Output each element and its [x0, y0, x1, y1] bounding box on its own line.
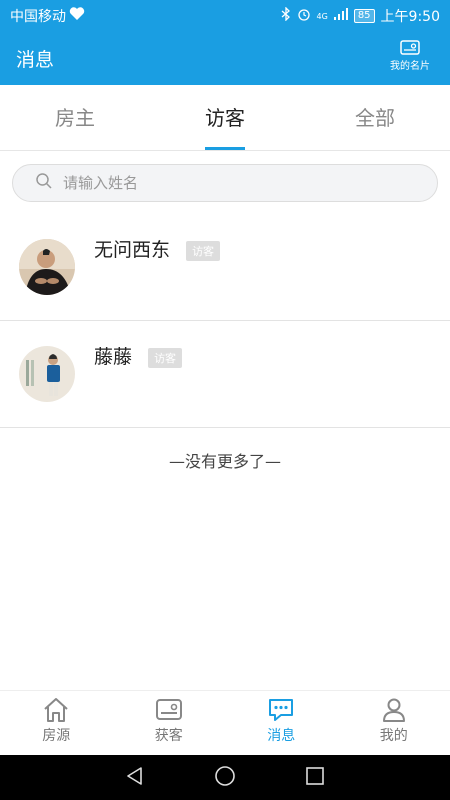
visitor-badge: 访客	[148, 347, 183, 368]
clock: 上午9:50	[380, 9, 440, 25]
nav-item-me[interactable]: 我的	[338, 691, 450, 755]
nav-label: 消息	[267, 728, 296, 744]
chat-icon	[225, 697, 338, 723]
carrier-group: 中国移动	[10, 6, 85, 26]
contact-name: 无问西东	[94, 239, 171, 261]
tab-bar: 房主 访客 全部	[0, 85, 450, 151]
search-box	[12, 164, 438, 202]
visitor-badge: 访客	[186, 240, 221, 261]
app-header: 消息 我的名片	[0, 32, 450, 85]
nav-label: 获客	[154, 728, 183, 744]
contact-name: 藤藤	[94, 346, 133, 368]
bluetooth-icon	[281, 6, 291, 25]
home-icon	[0, 697, 113, 723]
alarm-icon	[297, 7, 311, 25]
card-icon	[386, 40, 434, 55]
avatar	[19, 239, 75, 295]
no-more-text: —没有更多了—	[168, 452, 281, 471]
nav-item-leads[interactable]: 获客	[113, 691, 226, 755]
contact-name-row: 藤藤 访客	[94, 342, 183, 369]
status-bar: 中国移动 4G 85 上午9:50	[0, 0, 450, 32]
heart-icon	[69, 7, 85, 25]
tab-owner[interactable]: 房主	[0, 85, 150, 150]
status-right: 4G 85 上午9:50	[281, 6, 440, 26]
search-input[interactable]	[63, 174, 383, 192]
nav-item-listings[interactable]: 房源	[0, 691, 113, 755]
bottom-nav: 房源 获客 消息 我的	[0, 690, 450, 755]
nav-item-messages[interactable]: 消息	[225, 691, 338, 755]
my-card-label: 我的名片	[390, 61, 430, 72]
tab-visitor[interactable]: 访客	[150, 85, 300, 150]
carrier-name: 中国移动	[10, 9, 66, 25]
contact-name-row: 无问西东 访客	[94, 235, 221, 262]
network-type: 4G	[316, 11, 328, 21]
home-circle-icon[interactable]	[214, 765, 236, 791]
page-title: 消息	[16, 49, 55, 71]
card-icon	[113, 697, 226, 723]
person-icon	[338, 697, 450, 723]
nav-label: 房源	[42, 728, 71, 744]
my-card-button[interactable]: 我的名片	[386, 40, 434, 72]
system-nav-bar	[0, 755, 450, 800]
signal-icon	[333, 8, 348, 24]
avatar	[19, 346, 75, 402]
list-item[interactable]: 无问西东 访客	[0, 214, 450, 321]
list-item[interactable]: 藤藤 访客	[0, 321, 450, 428]
recents-square-icon[interactable]	[305, 766, 325, 790]
nav-label: 我的	[379, 728, 408, 744]
search-icon	[35, 172, 63, 194]
back-icon[interactable]	[125, 766, 145, 790]
battery-indicator: 85	[353, 9, 375, 23]
tab-all[interactable]: 全部	[300, 85, 450, 150]
